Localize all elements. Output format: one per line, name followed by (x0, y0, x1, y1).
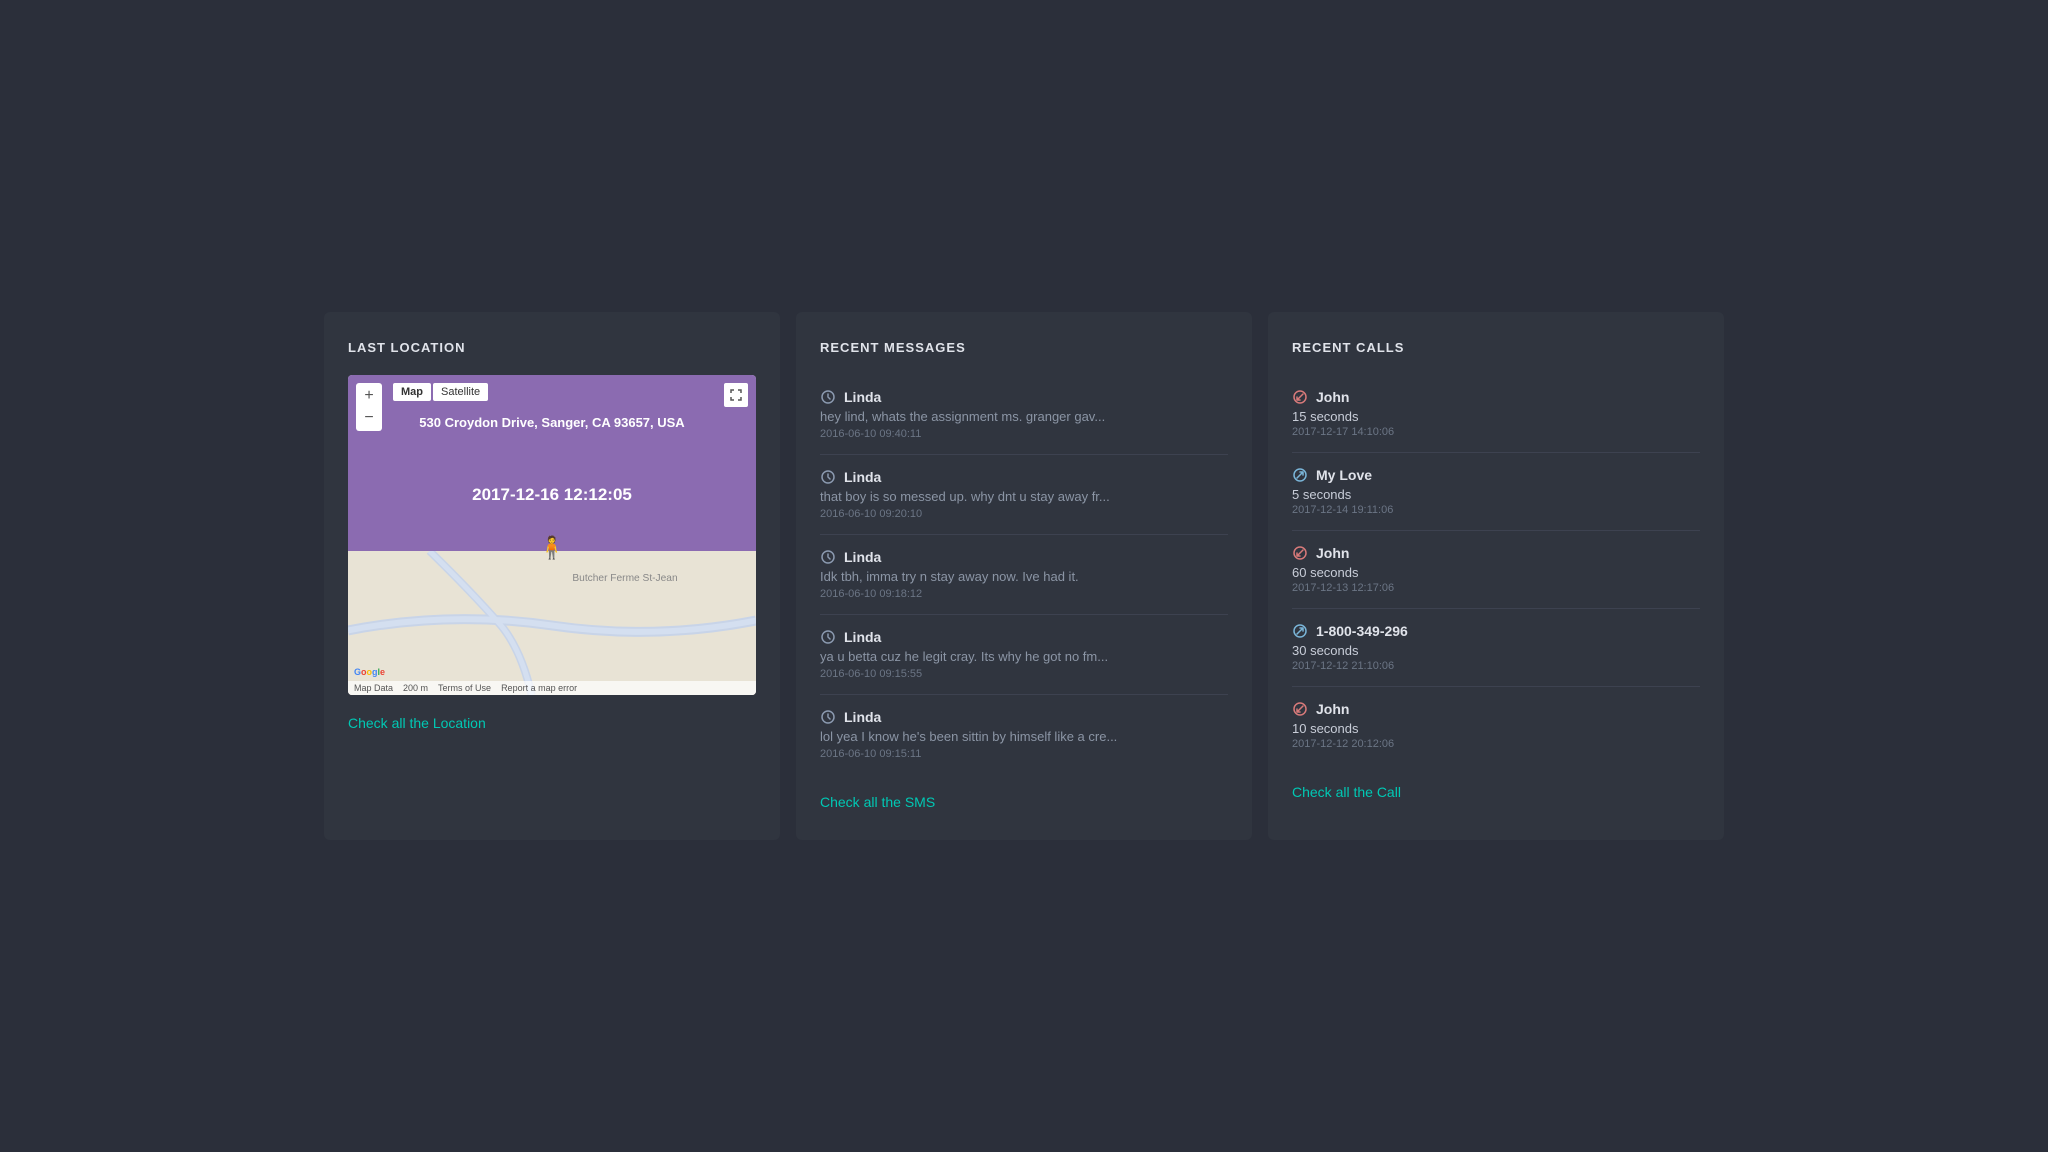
message-datetime: 2016-06-10 09:40:11 (820, 428, 1228, 440)
call-direction-icon (1292, 701, 1308, 717)
call-item[interactable]: John 15 seconds 2017-12-17 14:10:06 (1292, 375, 1700, 453)
call-item[interactable]: John 60 seconds 2017-12-13 12:17:06 (1292, 531, 1700, 609)
call-direction-icon (1292, 467, 1308, 483)
check-call-link[interactable]: Check all the Call (1292, 784, 1401, 800)
message-direction-icon (820, 389, 836, 405)
message-item[interactable]: Linda that boy is so messed up. why dnt … (820, 455, 1228, 535)
location-panel: LAST LOCATION 530 Croydon Drive, Sanger,… (324, 312, 780, 840)
message-item[interactable]: Linda Idk tbh, imma try n stay away now.… (820, 535, 1228, 615)
map-data-label: Map Data (354, 683, 393, 693)
calls-list: John 15 seconds 2017-12-17 14:10:06 My L… (1292, 375, 1700, 764)
message-direction-icon (820, 469, 836, 485)
call-contact-name: John (1292, 389, 1700, 405)
call-direction-icon (1292, 623, 1308, 639)
message-sender: Linda (820, 549, 1228, 565)
message-datetime: 2016-06-10 09:15:55 (820, 668, 1228, 680)
call-contact-name: My Love (1292, 467, 1700, 483)
call-item[interactable]: 1-800-349-296 30 seconds 2017-12-12 21:1… (1292, 609, 1700, 687)
call-datetime: 2017-12-13 12:17:06 (1292, 582, 1700, 594)
svg-text:Butcher Ferme St-Jean: Butcher Ferme St-Jean (572, 573, 677, 584)
call-contact-name: John (1292, 545, 1700, 561)
map-purple-overlay: 530 Croydon Drive, Sanger, CA 93657, USA… (348, 375, 756, 551)
call-datetime: 2017-12-17 14:10:06 (1292, 426, 1700, 438)
call-item[interactable]: My Love 5 seconds 2017-12-14 19:11:06 (1292, 453, 1700, 531)
messages-list: Linda hey lind, whats the assignment ms.… (820, 375, 1228, 774)
check-location-link[interactable]: Check all the Location (348, 715, 486, 731)
message-preview: Idk tbh, imma try n stay away now. Ive h… (820, 569, 1228, 584)
call-duration: 15 seconds (1292, 409, 1700, 424)
map-pin: 🧍 (538, 535, 565, 561)
map-footer: Map Data 200 m Terms of Use Report a map… (348, 681, 756, 695)
map-controls: + − (356, 383, 382, 431)
location-title: LAST LOCATION (348, 340, 756, 355)
call-datetime: 2017-12-12 21:10:06 (1292, 660, 1700, 672)
message-datetime: 2016-06-10 09:15:11 (820, 748, 1228, 760)
message-item[interactable]: Linda ya u betta cuz he legit cray. Its … (820, 615, 1228, 695)
messages-title: RECENT MESSAGES (820, 340, 1228, 355)
call-datetime: 2017-12-12 20:12:06 (1292, 738, 1700, 750)
map-terrain: Butcher Ferme St-Jean Google (348, 551, 756, 695)
terms-label[interactable]: Terms of Use (438, 683, 491, 693)
call-duration: 60 seconds (1292, 565, 1700, 580)
call-duration: 5 seconds (1292, 487, 1700, 502)
message-sender: Linda (820, 469, 1228, 485)
message-preview: ya u betta cuz he legit cray. Its why he… (820, 649, 1228, 664)
call-direction-icon (1292, 545, 1308, 561)
satellite-tab-button[interactable]: Satellite (433, 383, 488, 401)
check-sms-link[interactable]: Check all the SMS (820, 794, 935, 810)
message-direction-icon (820, 709, 836, 725)
call-contact-name: John (1292, 701, 1700, 717)
call-contact-name: 1-800-349-296 (1292, 623, 1700, 639)
call-item[interactable]: John 10 seconds 2017-12-12 20:12:06 (1292, 687, 1700, 764)
call-datetime: 2017-12-14 19:11:06 (1292, 504, 1700, 516)
zoom-in-button[interactable]: + (358, 385, 380, 407)
message-datetime: 2016-06-10 09:20:10 (820, 508, 1228, 520)
dashboard: LAST LOCATION 530 Croydon Drive, Sanger,… (324, 312, 1724, 840)
message-preview: lol yea I know he's been sittin by himse… (820, 729, 1228, 744)
message-direction-icon (820, 629, 836, 645)
map-scale: 200 m (403, 683, 428, 693)
call-duration: 30 seconds (1292, 643, 1700, 658)
message-preview: that boy is so messed up. why dnt u stay… (820, 489, 1228, 504)
calls-title: RECENT CALLS (1292, 340, 1700, 355)
message-direction-icon (820, 549, 836, 565)
map-container: 530 Croydon Drive, Sanger, CA 93657, USA… (348, 375, 756, 695)
call-direction-icon (1292, 389, 1308, 405)
message-item[interactable]: Linda hey lind, whats the assignment ms.… (820, 375, 1228, 455)
call-duration: 10 seconds (1292, 721, 1700, 736)
message-preview: hey lind, whats the assignment ms. grang… (820, 409, 1228, 424)
message-sender: Linda (820, 629, 1228, 645)
calls-panel: RECENT CALLS John 15 seconds 2017-12-17 … (1268, 312, 1724, 840)
map-address: 530 Croydon Drive, Sanger, CA 93657, USA (348, 415, 756, 430)
map-fullscreen-button[interactable] (724, 383, 748, 407)
zoom-out-button[interactable]: − (358, 407, 380, 429)
map-tab-button[interactable]: Map (393, 383, 431, 401)
report-label[interactable]: Report a map error (501, 683, 577, 693)
map-tabs: Map Satellite (393, 383, 488, 401)
map-datetime: 2017-12-16 12:12:05 (348, 485, 756, 505)
message-item[interactable]: Linda lol yea I know he's been sittin by… (820, 695, 1228, 774)
messages-panel: RECENT MESSAGES Linda hey lind, whats th… (796, 312, 1252, 840)
message-sender: Linda (820, 389, 1228, 405)
message-datetime: 2016-06-10 09:18:12 (820, 588, 1228, 600)
message-sender: Linda (820, 709, 1228, 725)
